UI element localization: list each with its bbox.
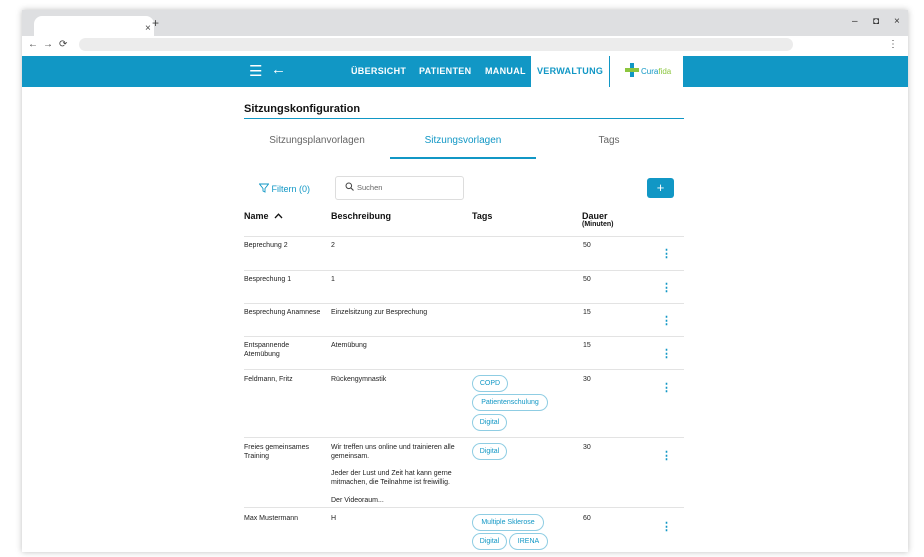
address-bar: ← → ⟳ ⋮ bbox=[22, 36, 908, 56]
maximize-icon[interactable]: ◘ bbox=[873, 16, 879, 27]
row-duration: 15 bbox=[583, 342, 591, 349]
col-header-name[interactable]: Name bbox=[244, 211, 283, 221]
logo-text: Curafida bbox=[641, 67, 672, 76]
browser-tab[interactable]: × bbox=[34, 16, 154, 36]
row-description: 2 bbox=[331, 242, 335, 249]
row-menu-icon[interactable]: ⋮ bbox=[661, 314, 672, 327]
header-divider bbox=[244, 236, 684, 237]
row-duration: 50 bbox=[583, 276, 591, 283]
row-duration: 50 bbox=[583, 242, 591, 249]
row-duration: 60 bbox=[583, 515, 591, 522]
tab-sitzungsplanvorlagen[interactable]: Sitzungsplanvorlagen bbox=[244, 135, 390, 146]
tag-chip[interactable]: COPD bbox=[472, 375, 508, 392]
tab-tags[interactable]: Tags bbox=[536, 135, 682, 146]
nav-patienten[interactable]: PATIENTEN bbox=[419, 66, 471, 76]
row-name: Besprechung Anamnese bbox=[244, 309, 321, 316]
reload-icon[interactable]: ⟳ bbox=[59, 39, 67, 50]
search-input[interactable]: Suchen bbox=[335, 176, 464, 200]
active-tab-indicator bbox=[390, 157, 536, 159]
page-title: Sitzungskonfiguration bbox=[244, 103, 361, 115]
tag-chip[interactable]: Patientenschulung bbox=[472, 394, 548, 411]
row-duration: 30 bbox=[583, 444, 591, 451]
row-name: Besprechung 1 bbox=[244, 276, 292, 283]
row-name: Freies gemeinsames Training bbox=[244, 444, 309, 460]
row-description: Rückengymnastik bbox=[331, 376, 387, 383]
app-header: ☰ ← ÜBERSICHT PATIENTEN MANUAL VERWALTUN… bbox=[22, 56, 908, 87]
back-arrow-icon[interactable]: ← bbox=[271, 61, 286, 78]
row-description: 1 bbox=[331, 276, 335, 283]
filter-button[interactable]: Filtern (0) bbox=[258, 183, 311, 194]
tag-chip[interactable]: Digital bbox=[472, 443, 507, 460]
filter-label: Filtern (0) bbox=[271, 184, 311, 194]
new-tab-icon[interactable]: + bbox=[152, 16, 159, 30]
row-divider bbox=[244, 303, 684, 304]
row-duration: 15 bbox=[583, 309, 591, 316]
nav-manual[interactable]: MANUAL bbox=[485, 66, 526, 76]
row-description: H bbox=[331, 515, 337, 522]
browser-window: × + – ◘ × ← → ⟳ ⋮ ☰ ← ÜBERSICHT PATIENTE… bbox=[22, 10, 908, 552]
tag-chip[interactable]: Digital bbox=[472, 414, 507, 431]
menu-icon[interactable]: ☰ bbox=[249, 62, 262, 80]
back-nav-icon[interactable]: ← bbox=[28, 39, 38, 50]
row-menu-icon[interactable]: ⋮ bbox=[661, 381, 672, 394]
filter-icon bbox=[258, 183, 270, 193]
row-menu-icon[interactable]: ⋮ bbox=[661, 247, 672, 260]
search-icon bbox=[345, 182, 354, 191]
row-menu-icon[interactable]: ⋮ bbox=[661, 520, 672, 533]
row-name: Feldmann, Fritz bbox=[244, 376, 293, 383]
row-description: Atemübung bbox=[331, 342, 367, 349]
col-header-duration: Dauer bbox=[582, 211, 608, 221]
row-divider bbox=[244, 507, 684, 508]
tab-close-icon[interactable]: × bbox=[145, 23, 151, 34]
window-close-icon[interactable]: × bbox=[894, 16, 900, 27]
minimize-icon[interactable]: – bbox=[852, 16, 858, 27]
row-menu-icon[interactable]: ⋮ bbox=[661, 281, 672, 294]
row-description: Einzelsitzung zur Besprechung bbox=[331, 309, 428, 316]
browser-menu-icon[interactable]: ⋮ bbox=[888, 39, 898, 50]
col-header-description: Beschreibung bbox=[331, 211, 392, 221]
tab-sitzungsvorlagen[interactable]: Sitzungsvorlagen bbox=[390, 135, 536, 146]
curafida-logo: Curafida bbox=[610, 56, 683, 87]
sort-ascending-icon[interactable] bbox=[274, 213, 283, 219]
row-divider bbox=[244, 369, 684, 370]
row-description-ellipsis: Der Videoraum... bbox=[331, 497, 384, 504]
search-placeholder: Suchen bbox=[357, 183, 383, 192]
row-description-continued: Jeder der Lust und Zeit hat kann gerne m… bbox=[331, 470, 452, 486]
nav-verwaltung[interactable]: VERWALTUNG bbox=[531, 56, 610, 87]
row-menu-icon[interactable]: ⋮ bbox=[661, 347, 672, 360]
col-header-tags: Tags bbox=[472, 211, 493, 221]
row-divider bbox=[244, 270, 684, 271]
row-menu-icon[interactable]: ⋮ bbox=[661, 449, 672, 462]
url-input[interactable] bbox=[79, 38, 793, 51]
tag-chip[interactable]: Multiple Sklerose bbox=[472, 514, 544, 531]
row-divider bbox=[244, 437, 684, 438]
title-divider bbox=[244, 118, 684, 119]
forward-nav-icon[interactable]: → bbox=[43, 39, 53, 50]
tag-chip[interactable]: IRENA bbox=[509, 533, 548, 550]
logo-cross-icon bbox=[625, 63, 639, 77]
browser-tabstrip: × + – ◘ × bbox=[22, 10, 908, 36]
row-name: Max Mustermann bbox=[244, 515, 299, 522]
nav-uebersicht[interactable]: ÜBERSICHT bbox=[351, 66, 406, 76]
tag-chip[interactable]: Digital bbox=[472, 533, 507, 550]
row-name: Entspannende Atemübung bbox=[244, 342, 290, 358]
col-header-duration-unit: (Minuten) bbox=[582, 221, 614, 228]
add-button[interactable]: + bbox=[647, 178, 674, 198]
row-description: Wir treffen uns online und trainieren al… bbox=[331, 444, 455, 460]
row-name: Beprechung 2 bbox=[244, 242, 288, 249]
row-divider bbox=[244, 336, 684, 337]
row-duration: 30 bbox=[583, 376, 591, 383]
